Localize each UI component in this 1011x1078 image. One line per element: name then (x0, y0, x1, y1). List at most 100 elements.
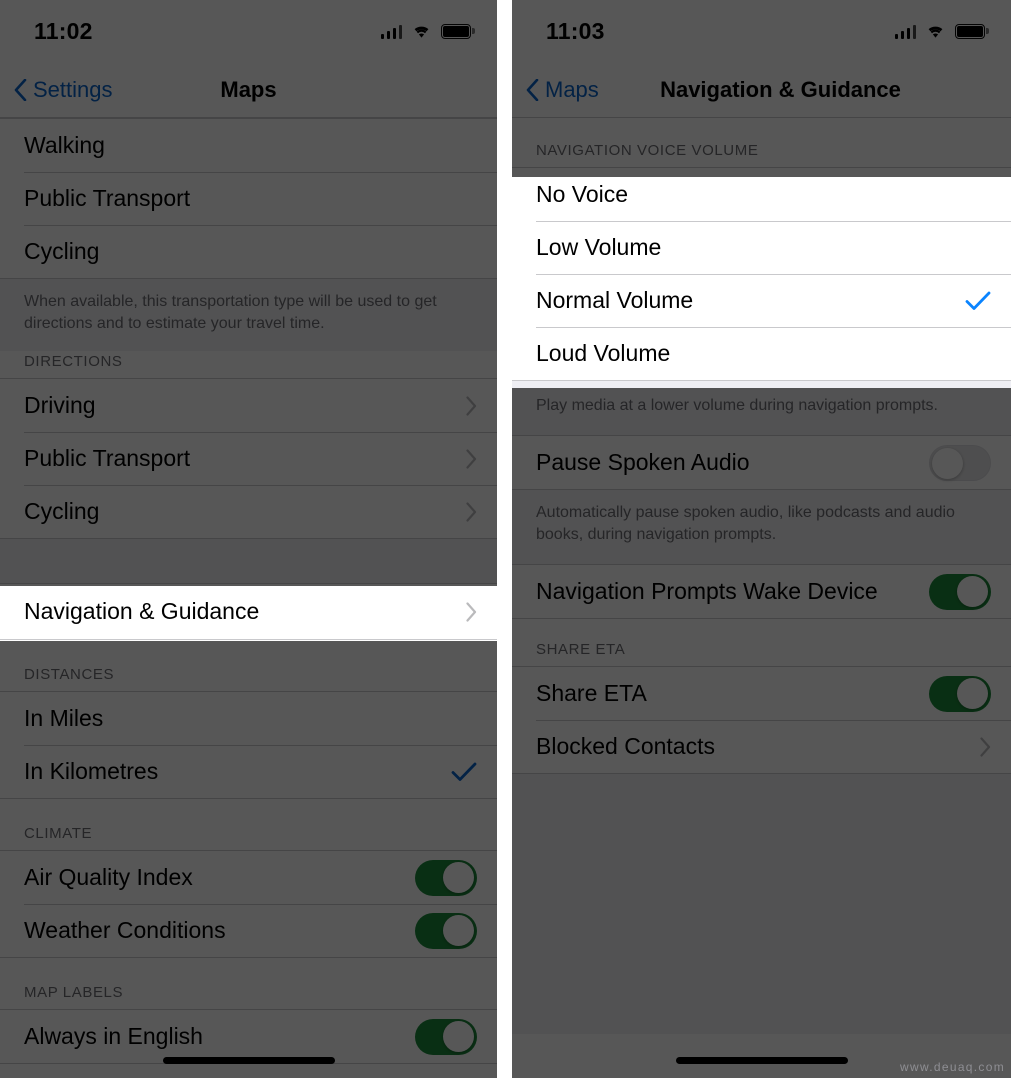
list-item-air-quality-index[interactable]: Air Quality Index (0, 851, 497, 905)
list-item-label: Weather Conditions (24, 917, 226, 944)
battery-icon (955, 23, 989, 39)
list-item-label: Pause Spoken Audio (536, 449, 750, 476)
list-item[interactable]: Public Transport (0, 172, 497, 225)
navigation-bar: Maps Navigation & Guidance (512, 62, 1011, 118)
list-item-cycling[interactable]: Cycling (0, 485, 497, 539)
list-item-label: Walking (24, 132, 105, 158)
list-item-label: Cycling (24, 498, 100, 525)
list-item-no-voice[interactable]: No Voice (512, 168, 1011, 221)
navigation-prompts-wake-device-toggle[interactable] (929, 573, 991, 610)
status-bar-icons (894, 23, 989, 39)
share-eta-toggle[interactable] (929, 675, 991, 712)
list-item-label: Low Volume (536, 234, 662, 260)
list-item-in-miles[interactable]: In Miles (0, 692, 497, 746)
section-gap (0, 539, 497, 584)
list-item-label: Public Transport (24, 445, 191, 472)
share-eta-section-header: SHARE ETA (536, 641, 626, 659)
back-button-label: Settings (33, 76, 113, 102)
list-item-label: In Miles (24, 705, 104, 732)
list-item-pause-spoken-audio[interactable]: Pause Spoken Audio (512, 436, 1011, 490)
list-item-label: Driving (24, 392, 96, 419)
wifi-icon (925, 24, 946, 39)
maps-settings-panel: 11:02 Settings Maps Walking Public Trans… (0, 0, 497, 1078)
navigation-guidance-group: Navigation & Guidance (0, 583, 497, 641)
status-bar: 11:02 (0, 0, 497, 62)
chevron-right-icon (466, 396, 477, 416)
list-item-label: Share ETA (536, 680, 647, 707)
weather-conditions-toggle[interactable] (415, 912, 477, 949)
navigation-guidance-panel: 11:03 Maps Navigation & Guidance NAVIGAT… (512, 0, 1011, 1078)
distances-group: In Miles In Kilometres (0, 691, 497, 800)
list-item-navigation-guidance[interactable]: Navigation & Guidance (0, 584, 497, 640)
list-item-share-eta[interactable]: Share ETA (512, 667, 1011, 721)
list-item-normal-volume[interactable]: Normal Volume (512, 274, 1011, 327)
back-button-label: Maps (545, 76, 599, 102)
list-item-label: In Kilometres (24, 758, 159, 785)
status-bar-time: 11:02 (34, 17, 93, 44)
status-bar: 11:03 (512, 0, 1011, 62)
back-button[interactable]: Maps (512, 77, 599, 103)
map-labels-group: Always in English (0, 1009, 497, 1065)
chevron-left-icon (526, 78, 539, 101)
chevron-right-icon (980, 737, 991, 757)
voice-volume-group: No Voice Low Volume Normal Volume Loud V… (512, 167, 1011, 381)
pause-spoken-audio-toggle[interactable] (929, 444, 991, 481)
always-in-english-toggle[interactable] (415, 1018, 477, 1055)
share-eta-group: Share ETA Blocked Contacts (512, 666, 1011, 775)
list-item-public-transport[interactable]: Public Transport (0, 432, 497, 486)
voice-volume-footnote: Play media at a lower volume during navi… (512, 381, 1011, 436)
settings-list[interactable]: NAVIGATION VOICE VOLUME No Voice Low Vol… (512, 118, 1011, 1035)
directions-section-header: DIRECTIONS (24, 353, 123, 371)
cellular-signal-icon (894, 24, 916, 39)
list-item-loud-volume[interactable]: Loud Volume (512, 327, 1011, 380)
map-labels-section-header: MAP LABELS (24, 984, 124, 1002)
chevron-left-icon (14, 78, 27, 101)
chevron-right-icon (466, 502, 477, 522)
checkmark-icon (451, 761, 477, 783)
distances-section-header: DISTANCES (24, 666, 115, 684)
checkmark-icon (965, 290, 991, 312)
climate-group: Air Quality Index Weather Conditions (0, 850, 497, 959)
list-item-label: Normal Volume (536, 287, 694, 313)
navigation-bar: Settings Maps (0, 62, 497, 118)
list-item-label: Cycling (24, 238, 100, 264)
pause-spoken-audio-footnote: Automatically pause spoken audio, like p… (512, 490, 1011, 565)
list-item-in-kilometres[interactable]: In Kilometres (0, 745, 497, 799)
cellular-signal-icon (380, 24, 402, 39)
battery-icon (441, 23, 475, 39)
list-item-always-in-english[interactable]: Always in English (0, 1010, 497, 1064)
list-item-blocked-contacts[interactable]: Blocked Contacts (512, 720, 1011, 774)
list-item-label: Navigation Prompts Wake Device (536, 578, 878, 605)
list-item-low-volume[interactable]: Low Volume (512, 221, 1011, 274)
list-item-label: No Voice (536, 181, 629, 207)
list-item-weather-conditions[interactable]: Weather Conditions (0, 904, 497, 958)
directions-group: Driving Public Transport Cycling (0, 378, 497, 540)
screenshot-root: 11:02 Settings Maps Walking Public Trans… (0, 0, 1011, 1078)
wifi-icon (411, 24, 432, 39)
list-item-navigation-prompts-wake-device[interactable]: Navigation Prompts Wake Device (512, 565, 1011, 619)
back-button[interactable]: Settings (0, 77, 113, 103)
list-item-driving[interactable]: Driving (0, 379, 497, 433)
list-item-label: Always in English (24, 1023, 203, 1050)
list-item-label: Air Quality Index (24, 864, 193, 891)
home-indicator (162, 1057, 335, 1064)
status-bar-icons (380, 23, 475, 39)
list-item-label: Loud Volume (536, 340, 671, 366)
preferred-transport-group: Walking Public Transport Cycling (0, 118, 497, 279)
climate-section-header: CLIMATE (24, 825, 93, 843)
list-item-label: Navigation & Guidance (24, 598, 260, 625)
preferred-transport-footnote: When available, this transportation type… (0, 279, 497, 352)
pause-spoken-audio-group: Pause Spoken Audio (512, 435, 1011, 491)
home-indicator (675, 1057, 848, 1064)
status-bar-time: 11:03 (546, 17, 605, 44)
list-item[interactable]: Cycling (0, 225, 497, 278)
watermark: www.deuaq.com (900, 1060, 1005, 1074)
chevron-right-icon (466, 602, 477, 622)
wake-device-group: Navigation Prompts Wake Device (512, 564, 1011, 620)
air-quality-index-toggle[interactable] (415, 859, 477, 896)
list-item-label: Blocked Contacts (536, 733, 715, 760)
list-item[interactable]: Walking (0, 119, 497, 172)
settings-list[interactable]: Walking Public Transport Cycling When av… (0, 118, 497, 1065)
list-bottom-filler (512, 774, 1011, 1035)
voice-volume-section-header: NAVIGATION VOICE VOLUME (536, 142, 759, 159)
